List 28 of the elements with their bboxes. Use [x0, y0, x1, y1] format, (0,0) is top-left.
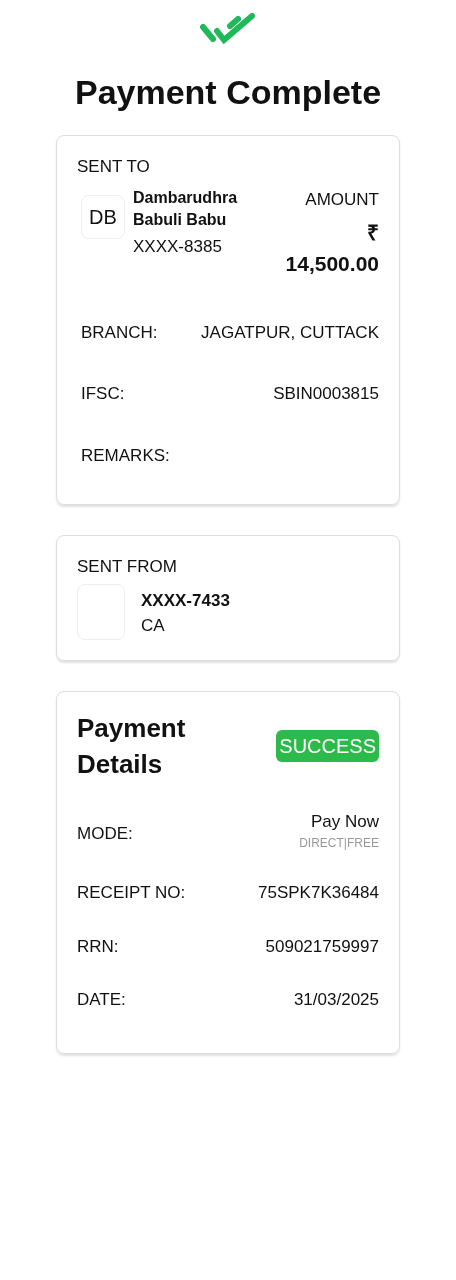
double-check-icon	[200, 12, 256, 46]
field-label: RECEIPT NO:	[77, 882, 186, 905]
field-label: DATE:	[77, 989, 126, 1012]
status-badge: SUCCESS	[276, 730, 379, 763]
section-label: SENT FROM	[77, 556, 178, 579]
amount-value: 14,500.00	[285, 251, 379, 278]
field-label: REMARKS:	[81, 444, 170, 467]
field-value: SBIN0003815	[273, 383, 379, 406]
field-value: 75SPK7K36484	[258, 882, 379, 905]
field-value: 509021759997	[265, 935, 379, 958]
avatar: DB	[81, 195, 125, 240]
field-label: RRN:	[77, 935, 119, 958]
field-label: BRANCH:	[81, 321, 158, 344]
field-label: IFSC:	[81, 383, 125, 406]
account-number: XXXX-7433	[141, 589, 230, 612]
currency-symbol: ₹	[367, 219, 379, 246]
field-value: Pay Now	[309, 810, 379, 833]
section-label: SENT TO	[77, 155, 151, 178]
account-number: XXXX-8385	[133, 236, 223, 259]
field-label: MODE:	[77, 822, 133, 845]
field-value: JAGATPUR, CUTTACK	[201, 321, 379, 344]
field-note: DIRECT|FREE	[299, 835, 379, 853]
section-title: Payment Details	[77, 711, 187, 782]
field-value: 31/03/2025	[293, 989, 379, 1012]
account-type: CA	[141, 615, 166, 638]
page-title: Payment Complete	[73, 72, 383, 113]
recipient-name: Dambarudhra Babuli Babu	[133, 188, 239, 230]
amount-label: AMOUNT	[304, 189, 379, 212]
